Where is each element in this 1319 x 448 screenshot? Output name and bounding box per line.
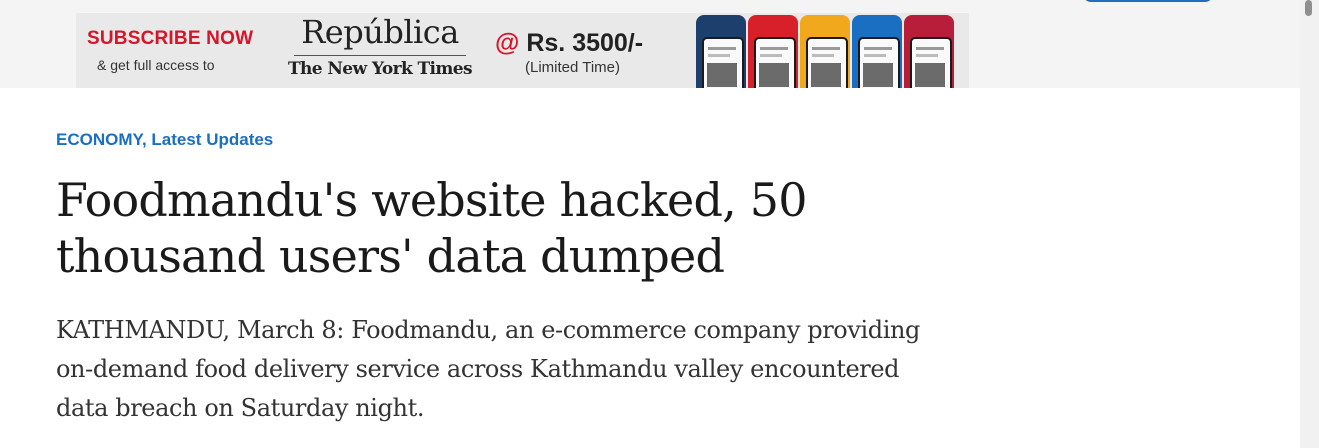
phone-preview-card <box>748 15 798 88</box>
republica-logo: República <box>301 13 459 51</box>
phone-preview-screen <box>910 37 952 88</box>
ad-limited-time: (Limited Time) <box>525 59 621 76</box>
article-summary: KATHMANDU, March 8: Foodmandu, an e-comm… <box>56 316 921 422</box>
price-at-symbol: @ <box>495 29 520 57</box>
phone-preview-card <box>800 15 850 88</box>
phone-preview-screen <box>754 37 796 88</box>
phone-preview-screen <box>702 37 744 88</box>
phone-preview-card <box>696 15 746 88</box>
app-phone-previews <box>696 15 958 88</box>
phone-preview-screen <box>858 37 900 88</box>
ad-subscribe-label: SUBSCRIBE NOW <box>87 28 254 49</box>
subscription-ad-banner[interactable]: SUBSCRIBE NOW & get full access to Repúb… <box>76 13 969 88</box>
ad-price: @ Rs. 3500/- <box>495 29 643 58</box>
ad-access-text: & get full access to <box>97 57 215 73</box>
nyt-logo: The New York Times <box>288 59 473 79</box>
price-value: Rs. 3500/- <box>526 29 644 57</box>
phone-preview-card <box>852 15 902 88</box>
header-button[interactable] <box>1083 0 1213 2</box>
phone-preview-card <box>904 15 954 88</box>
scrollbar-thumb[interactable] <box>1305 0 1312 16</box>
article-headline: Foodmandu's website hacked, 50 thousand … <box>56 173 807 283</box>
page-scrollbar[interactable] <box>1300 0 1319 448</box>
logo-divider <box>294 55 466 56</box>
article-categories[interactable]: ECONOMY, Latest Updates <box>56 130 273 150</box>
phone-preview-screen <box>806 37 848 88</box>
